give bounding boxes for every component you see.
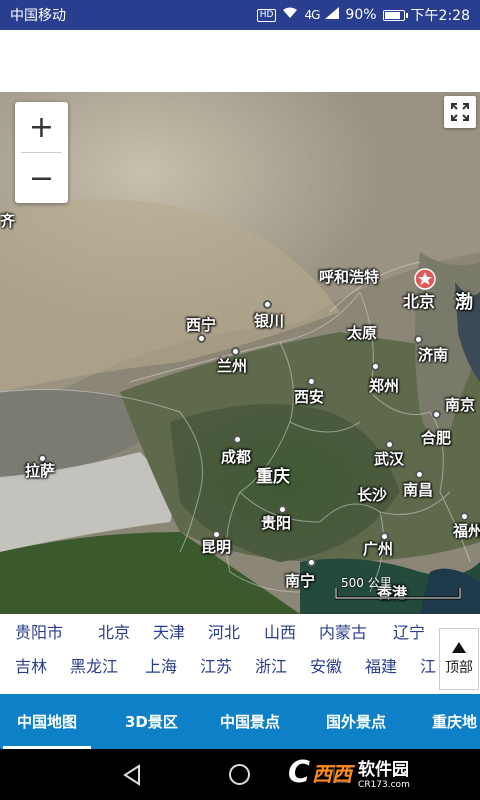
city-label: 长沙 [357, 486, 388, 504]
city-label: 南昌 [403, 481, 434, 499]
province-link[interactable]: 辽宁 [393, 619, 425, 643]
zoom-in-button[interactable]: + [15, 102, 68, 152]
city-label: 齐 [0, 212, 16, 230]
hd-badge: HD [256, 8, 277, 22]
city-label: 西宁 [186, 316, 217, 334]
header-area [0, 30, 480, 92]
tab-foreign-attractions[interactable]: 国外景点 [326, 694, 386, 749]
scale-bar: 500 公里 [335, 576, 461, 604]
watermark-name: 西西 [312, 761, 353, 786]
city-label: 西安 [294, 388, 325, 406]
city-label: 拉萨 [25, 462, 56, 480]
city-dot [307, 558, 316, 567]
city-dot [233, 435, 242, 444]
province-link[interactable]: 河北 [208, 619, 240, 643]
province-link[interactable]: 吉林 [15, 653, 47, 677]
tab-label: 中国地图 [17, 713, 78, 731]
network-type: 4G [304, 8, 320, 22]
city-label: 济南 [418, 346, 449, 364]
zoom-out-button[interactable]: − [15, 153, 68, 203]
watermark-url: CR173.com [358, 779, 410, 790]
city-label: 太原 [347, 324, 378, 342]
watermark-logo: C [288, 754, 311, 790]
arrow-up-icon [452, 641, 466, 653]
city-dot [371, 362, 380, 371]
city-label: 成都 [221, 448, 252, 466]
scale-line [335, 588, 461, 600]
city-label: 重庆 [256, 467, 290, 487]
tab-china-attractions[interactable]: 中国景点 [220, 694, 280, 749]
battery-icon [382, 9, 408, 21]
tab-china-map[interactable]: 中国地图 [2, 694, 92, 749]
province-link[interactable]: 江 [420, 653, 436, 677]
province-link[interactable]: 北京 [98, 619, 130, 643]
city-label: 呼和浩特 [319, 268, 380, 286]
battery-percent: 90% [345, 7, 377, 23]
city-label: 渤 [455, 292, 473, 313]
satellite-map[interactable]: 齐 呼和浩特 北京 渤 西宁 银川 太原 济南 兰州 郑州 西安 南京 合肥 拉… [0, 92, 480, 614]
city-label: 北京 [403, 292, 436, 311]
city-label: 昆明 [201, 538, 232, 556]
home-icon[interactable] [229, 764, 250, 785]
city-dot [263, 300, 272, 309]
city-dot [415, 470, 424, 479]
back-to-top-label: 顶部 [445, 659, 473, 676]
tab-3d-scenic[interactable]: 3D景区 [125, 694, 178, 749]
map-terrain [0, 92, 480, 614]
province-row: 贵阳市 北京 天津 河北 山西 内蒙古 辽宁 [0, 616, 440, 646]
tab-chongqing-map[interactable]: 重庆地 [432, 694, 477, 749]
province-link[interactable]: 安徽 [310, 653, 342, 677]
city-dot [432, 410, 441, 419]
province-link[interactable]: 福建 [365, 653, 397, 677]
province-link[interactable]: 天津 [153, 619, 185, 643]
status-icons: HD 4G 90% 下午2:28 [256, 5, 470, 25]
province-link[interactable]: 上海 [145, 653, 177, 677]
province-link[interactable]: 内蒙古 [319, 619, 367, 643]
city-label: 兰州 [217, 357, 248, 375]
city-label: 广州 [363, 540, 394, 558]
city-dot [414, 335, 423, 344]
tab-label: 3D景区 [125, 713, 178, 731]
back-icon[interactable] [122, 764, 142, 786]
city-label: 郑州 [369, 377, 400, 395]
province-list: 贵阳市 北京 天津 河北 山西 内蒙古 辽宁 吉林 黑龙江 上海 江苏 浙江 安… [0, 614, 480, 694]
tab-bar: 中国地图 3D景区 中国景点 国外景点 重庆地 [0, 694, 480, 749]
city-label: 福州 [453, 522, 480, 540]
city-dot [197, 334, 206, 343]
capital-star-icon [414, 268, 436, 290]
watermark: C 西西 软件园 CR173.com [284, 752, 460, 792]
fullscreen-icon [451, 103, 469, 121]
fullscreen-button[interactable] [444, 96, 476, 128]
tab-label: 重庆地 [432, 713, 478, 731]
province-link[interactable]: 黑龙江 [70, 653, 118, 677]
province-link[interactable]: 江苏 [200, 653, 232, 677]
city-label: 银川 [254, 312, 285, 330]
battery-fill [384, 11, 400, 19]
province-link-current[interactable]: 贵阳市 [15, 619, 63, 643]
watermark-title: 软件园 [358, 759, 410, 780]
watermark-text: 软件园 CR173.com [358, 755, 410, 790]
carrier-label: 中国移动 [10, 8, 66, 24]
city-dot [307, 377, 316, 386]
city-label: 武汉 [374, 450, 405, 468]
province-link[interactable]: 山西 [264, 619, 296, 643]
zoom-control: + − [15, 102, 68, 203]
wifi-icon [282, 7, 298, 23]
city-label: 南京 [445, 396, 476, 414]
city-label: 贵阳 [261, 514, 292, 532]
tab-label: 中国景点 [220, 713, 281, 731]
province-link[interactable]: 浙江 [255, 653, 287, 677]
province-row: 吉林 黑龙江 上海 江苏 浙江 安徽 福建 江 [0, 650, 440, 680]
city-label: 合肥 [421, 429, 452, 447]
status-bar: 中国移动 HD 4G 90% 下午2:28 [0, 0, 480, 30]
signal-icon [325, 7, 340, 23]
back-to-top-button[interactable]: 顶部 [439, 628, 479, 690]
city-label: 南宁 [285, 572, 316, 590]
tab-label: 国外景点 [326, 713, 387, 731]
clock: 下午2:28 [410, 8, 470, 24]
